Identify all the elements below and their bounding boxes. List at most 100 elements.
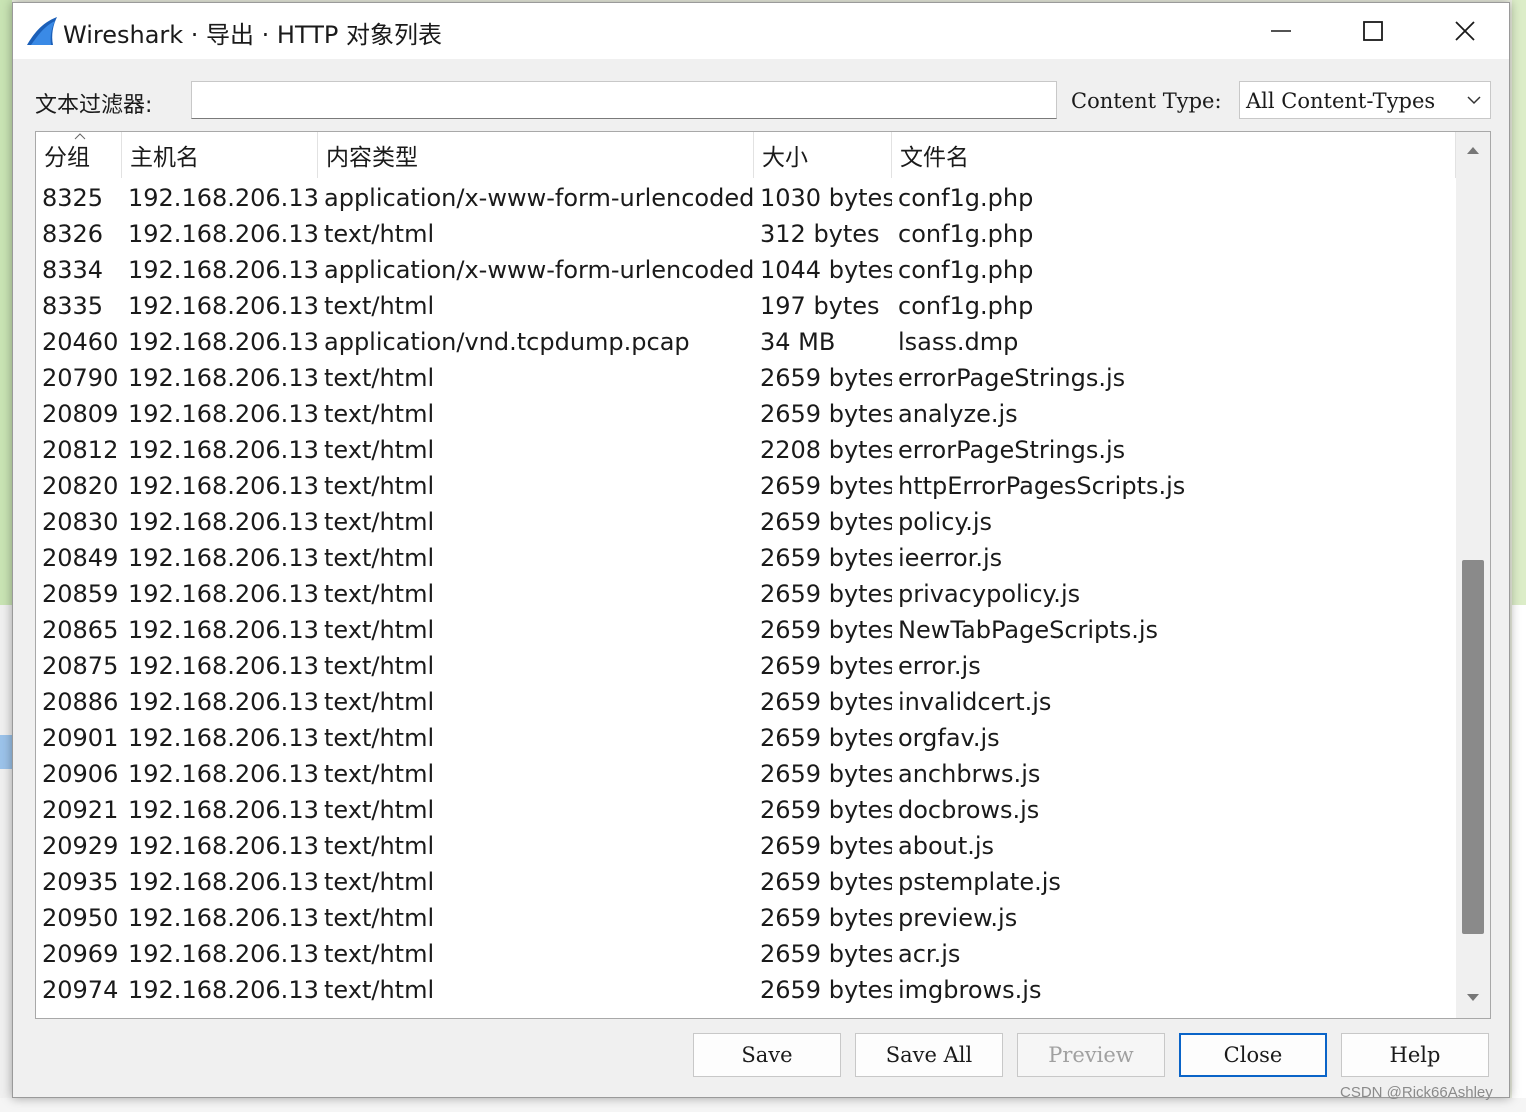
cell-packet: 20460 xyxy=(42,328,119,356)
cell-hostname: 192.168.206.131 xyxy=(128,868,318,896)
table-row[interactable]: 20886 192.168.206.131 text/html 2659 bytes i… xyxy=(36,684,1456,720)
table-row[interactable]: 20969 192.168.206.131 text/html 2659 bytes a… xyxy=(36,936,1456,972)
cell-hostname: 192.168.206.131 xyxy=(128,472,318,500)
cell-size: 2659 bytes xyxy=(760,364,892,392)
close-button[interactable]: Close xyxy=(1179,1033,1327,1077)
cell-hostname: 192.168.206.131 xyxy=(128,796,318,824)
help-button[interactable]: Help xyxy=(1341,1033,1489,1077)
cell-content-type: text/html xyxy=(324,688,435,716)
table-row[interactable]: 20935 192.168.206.131 text/html 2659 bytes p… xyxy=(36,864,1456,900)
cell-hostname: 192.168.206.131 xyxy=(128,580,318,608)
table-row[interactable]: 8335 192.168.206.131 text/html 197 bytes con… xyxy=(36,288,1456,324)
http-objects-table[interactable]: 分组 主机名 内容类型 大小 文件名 8325 192.168.206.131 ap… xyxy=(35,131,1491,1019)
table-row[interactable]: 20974 192.168.206.131 text/html 2659 bytes i… xyxy=(36,972,1456,1008)
table-row[interactable]: 20460 192.168.206.131 application/vnd.tcpd… xyxy=(36,324,1456,360)
cell-content-type: text/html xyxy=(324,868,435,896)
column-header-hostname[interactable]: 主机名 xyxy=(122,132,318,178)
table-row[interactable]: 8325 192.168.206.131 application/x-www-for… xyxy=(36,180,1456,216)
scroll-down-arrow-icon[interactable] xyxy=(1464,992,1482,1004)
cell-packet: 20935 xyxy=(42,868,119,896)
cell-packet: 20921 xyxy=(42,796,119,824)
column-header-label: 主机名 xyxy=(130,145,199,171)
content-type-selected: All Content-Types xyxy=(1246,89,1436,113)
cell-content-type: application/x-www-form-urlencoded xyxy=(324,184,754,212)
cell-filename: pstemplate.js xyxy=(898,868,1061,896)
column-header-label: 内容类型 xyxy=(326,145,418,171)
column-header-size[interactable]: 大小 xyxy=(754,132,892,178)
cell-size: 2659 bytes xyxy=(760,724,892,752)
cell-hostname: 192.168.206.131 xyxy=(128,832,318,860)
cell-hostname: 192.168.206.131 xyxy=(128,184,318,212)
cell-size: 1030 bytes xyxy=(760,184,892,212)
cell-content-type: text/html xyxy=(324,400,435,428)
content-type-select[interactable]: All Content-Types xyxy=(1239,81,1491,119)
minimize-button[interactable] xyxy=(1235,3,1327,59)
cell-content-type: text/html xyxy=(324,580,435,608)
table-row[interactable]: 20865 192.168.206.131 text/html 2659 bytes N… xyxy=(36,612,1456,648)
column-header-content-type[interactable]: 内容类型 xyxy=(318,132,754,178)
column-header-packet[interactable]: 分组 xyxy=(36,132,122,178)
cell-content-type: text/html xyxy=(324,616,435,644)
cell-hostname: 192.168.206.131 xyxy=(128,688,318,716)
content-type-label: Content Type: xyxy=(1071,89,1222,113)
cell-filename: lsass.dmp xyxy=(898,328,1019,356)
table-row[interactable]: 8334 192.168.206.131 application/x-www-for… xyxy=(36,252,1456,288)
text-filter-input[interactable] xyxy=(191,81,1057,119)
save-all-button[interactable]: Save All xyxy=(855,1033,1003,1077)
cell-content-type: text/html xyxy=(324,364,435,392)
cell-content-type: text/html xyxy=(324,832,435,860)
cell-packet: 20790 xyxy=(42,364,119,392)
cell-size: 2659 bytes xyxy=(760,868,892,896)
cell-hostname: 192.168.206.131 xyxy=(128,256,318,284)
table-row[interactable]: 20921 192.168.206.131 text/html 2659 bytes d… xyxy=(36,792,1456,828)
table-header: 分组 主机名 内容类型 大小 文件名 xyxy=(36,132,1456,178)
table-row[interactable]: 20820 192.168.206.131 text/html 2659 bytes h… xyxy=(36,468,1456,504)
background-right-lower-edge xyxy=(1512,605,1526,1112)
table-row[interactable]: 20906 192.168.206.131 text/html 2659 bytes a… xyxy=(36,756,1456,792)
table-row[interactable]: 20790 192.168.206.131 text/html 2659 bytes e… xyxy=(36,360,1456,396)
table-row[interactable]: 20830 192.168.206.131 text/html 2659 bytes p… xyxy=(36,504,1456,540)
cell-size: 2659 bytes xyxy=(760,904,892,932)
cell-content-type: text/html xyxy=(324,472,435,500)
cell-packet: 20950 xyxy=(42,904,119,932)
chevron-down-icon xyxy=(1467,96,1481,105)
table-row[interactable]: 20859 192.168.206.131 text/html 2659 bytes p… xyxy=(36,576,1456,612)
table-row[interactable]: 20812 192.168.206.131 text/html 2208 bytes e… xyxy=(36,432,1456,468)
cell-filename: imgbrows.js xyxy=(898,976,1042,1004)
cell-packet: 8325 xyxy=(42,184,104,212)
cell-content-type: text/html xyxy=(324,940,435,968)
cell-hostname: 192.168.206.131 xyxy=(128,328,318,356)
table-row[interactable]: 20849 192.168.206.131 text/html 2659 bytes i… xyxy=(36,540,1456,576)
table-row[interactable]: 20875 192.168.206.131 text/html 2659 bytes e… xyxy=(36,648,1456,684)
scroll-up-arrow-icon[interactable] xyxy=(1464,144,1482,156)
cell-filename: errorPageStrings.js xyxy=(898,436,1126,464)
maximize-button[interactable] xyxy=(1327,3,1419,59)
save-button[interactable]: Save xyxy=(693,1033,841,1077)
table-row[interactable]: 20901 192.168.206.131 text/html 2659 bytes o… xyxy=(36,720,1456,756)
cell-hostname: 192.168.206.131 xyxy=(128,940,318,968)
cell-hostname: 192.168.206.131 xyxy=(128,400,318,428)
cell-filename: anchbrws.js xyxy=(898,760,1041,788)
vertical-scrollbar[interactable] xyxy=(1456,132,1490,1018)
watermark: CSDN @Rick66Ashley xyxy=(1340,1084,1493,1101)
table-row[interactable]: 20950 192.168.206.131 text/html 2659 bytes p… xyxy=(36,900,1456,936)
preview-button[interactable]: Preview xyxy=(1017,1033,1165,1077)
cell-hostname: 192.168.206.131 xyxy=(128,616,318,644)
cell-hostname: 192.168.206.131 xyxy=(128,724,318,752)
cell-size: 312 bytes xyxy=(760,220,880,248)
table-row[interactable]: 20929 192.168.206.131 text/html 2659 bytes a… xyxy=(36,828,1456,864)
cell-filename: conf1g.php xyxy=(898,220,1034,248)
column-header-filename[interactable]: 文件名 xyxy=(892,132,1456,178)
scrollbar-thumb[interactable] xyxy=(1462,560,1484,934)
cell-hostname: 192.168.206.131 xyxy=(128,508,318,536)
table-row[interactable]: 20809 192.168.206.131 text/html 2659 bytes a… xyxy=(36,396,1456,432)
cell-size: 1044 bytes xyxy=(760,256,892,284)
close-icon xyxy=(1455,21,1475,41)
cell-packet: 20875 xyxy=(42,652,119,680)
cell-filename: analyze.js xyxy=(898,400,1018,428)
table-row[interactable]: 8326 192.168.206.131 text/html 312 bytes con… xyxy=(36,216,1456,252)
export-http-objects-dialog: Wireshark · 导出 · HTTP 对象列表 文本过滤器: Conten… xyxy=(12,2,1510,1098)
title-bar[interactable]: Wireshark · 导出 · HTTP 对象列表 xyxy=(13,3,1509,59)
close-window-button[interactable] xyxy=(1419,3,1511,59)
cell-filename: preview.js xyxy=(898,904,1018,932)
